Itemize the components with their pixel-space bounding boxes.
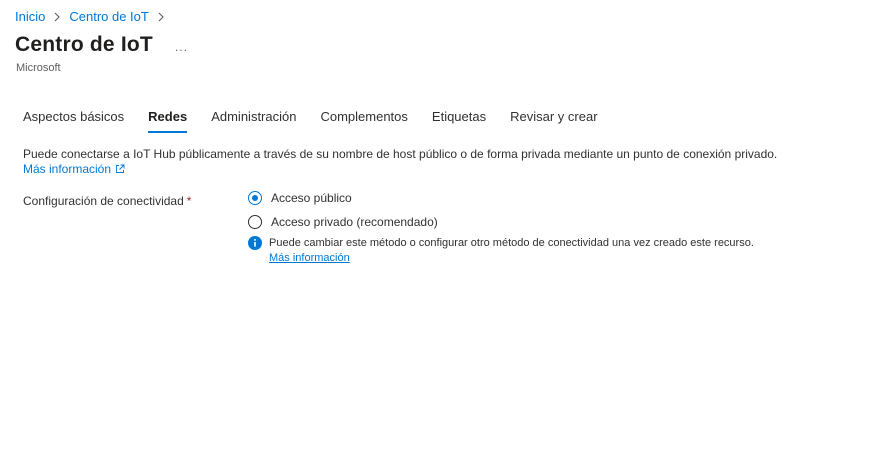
radio-private-access-label: Acceso privado (recomendado) [271, 215, 438, 229]
connectivity-config-text: Configuración de conectividad [23, 194, 184, 208]
tab-list: Aspectos básicos Redes Administración Co… [11, 108, 610, 133]
radio-button-unchecked[interactable] [248, 215, 262, 229]
tab-add-ons[interactable]: Complementos [308, 108, 419, 130]
title-row: Centro de IoT ... [15, 33, 188, 57]
info-learn-more-link[interactable]: Más información [269, 251, 350, 265]
breadcrumb-current-link[interactable]: Centro de IoT [69, 9, 149, 24]
learn-more-label: Más información [23, 162, 112, 176]
tab-management[interactable]: Administración [199, 108, 308, 130]
radio-public-access[interactable]: Acceso público [248, 188, 438, 208]
chevron-right-icon [157, 12, 165, 22]
page-title: Centro de IoT [15, 33, 153, 56]
info-text-block: Puede cambiar este método o configurar o… [269, 236, 754, 265]
page-subtitle: Microsoft [16, 62, 61, 74]
connectivity-config-label: Configuración de conectividad * [23, 194, 191, 208]
radio-button-checked[interactable] [248, 191, 262, 205]
required-indicator: * [186, 194, 192, 208]
more-options-button[interactable]: ... [175, 40, 188, 54]
learn-more-link[interactable]: Más información [23, 162, 125, 176]
connectivity-radio-group: Acceso público Acceso privado (recomenda… [248, 188, 438, 236]
tab-tags[interactable]: Etiquetas [420, 108, 498, 130]
info-icon [248, 236, 262, 250]
tab-basics[interactable]: Aspectos básicos [11, 108, 136, 130]
tab-networking[interactable]: Redes [136, 108, 199, 133]
breadcrumb: Inicio Centro de IoT [15, 9, 173, 24]
page: Inicio Centro de IoT Centro de IoT ... M… [0, 0, 888, 453]
info-text: Puede cambiar este método o configurar o… [269, 237, 754, 249]
radio-public-access-label: Acceso público [271, 191, 352, 205]
radio-private-access[interactable]: Acceso privado (recomendado) [248, 212, 438, 232]
info-message: Puede cambiar este método o configurar o… [248, 236, 754, 265]
external-link-icon [116, 164, 125, 173]
networking-description: Puede conectarse a IoT Hub públicamente … [23, 147, 778, 161]
chevron-right-icon [53, 12, 61, 22]
breadcrumb-home-link[interactable]: Inicio [15, 9, 45, 24]
tab-review-create[interactable]: Revisar y crear [498, 108, 609, 130]
